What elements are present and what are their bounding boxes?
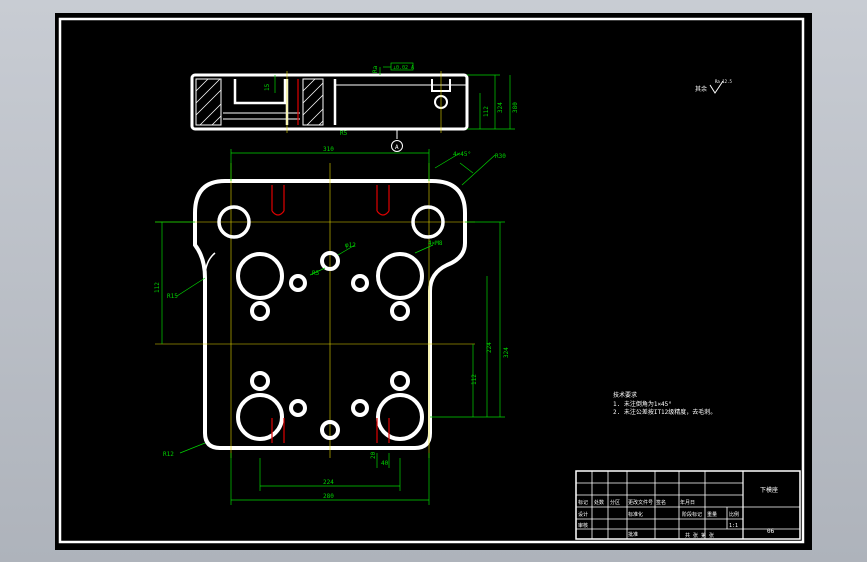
dim-side-small: 15: [264, 83, 271, 91]
side-view-outline: [190, 73, 469, 131]
dim-bottom-224: 224: [323, 479, 334, 486]
tb-qty: 处数: [594, 499, 604, 506]
dim-r12: R12: [163, 451, 174, 458]
notes-title: 技术要求: [613, 391, 637, 399]
side-view: 324 112 380 15 ⊥0.02 A Ra A R5: [190, 62, 519, 152]
dim-bottom-280: 280: [323, 493, 334, 500]
tb-marks: 标记: [578, 499, 588, 506]
guide-hole-bottom-right: [376, 393, 424, 441]
dim-top-width: 310: [323, 146, 334, 153]
section-hatch-left: [195, 78, 222, 126]
tb-sign: 签名: [656, 499, 666, 506]
tb-drawing-no: 06: [767, 528, 775, 535]
dim-r30: R30: [495, 153, 506, 160]
dim-right-224: 224: [486, 342, 493, 353]
roughness-note: 其余 Ra 12.5: [695, 79, 732, 94]
notes-line1: 1. 未注倒角为1×45°: [613, 400, 672, 408]
dim-chamfer: 4×45°: [453, 151, 471, 158]
dim-slot-20: 20: [370, 451, 377, 459]
dim-hole-note: 4×M8: [428, 240, 443, 247]
dim-small-side: R5: [340, 130, 348, 137]
dim-roughness-side: Ra: [372, 65, 379, 73]
tb-zone: 分区: [610, 499, 620, 506]
tb-scale: 1:1: [729, 523, 738, 529]
dim-bottom-small: 112: [483, 106, 490, 117]
tb-part-name: 下模座: [760, 486, 778, 494]
dim-small-r5: R5: [312, 270, 320, 277]
tb-review: 审核: [578, 522, 588, 529]
tb-stage: 阶段标记: [682, 511, 702, 518]
guide-hole-top-right: [376, 252, 424, 300]
section-hatch-mid: [302, 78, 324, 126]
drawing-viewport[interactable]: 324 112 380 15 ⊥0.02 A Ra A R5 310 112 3…: [55, 13, 812, 550]
guide-hole-bottom-left: [236, 393, 284, 441]
tb-standard: 标准化: [628, 511, 643, 518]
dim-right-324: 324: [503, 347, 510, 358]
tb-designer: 设计: [578, 511, 588, 518]
dim-overall-height-side: 380: [512, 102, 519, 113]
dim-left-height: 112: [154, 282, 161, 293]
side-pocket-left: [233, 79, 287, 105]
dim-right-112: 112: [471, 374, 478, 385]
tb-ratio: 比例: [729, 511, 739, 518]
dim-center-hole: φ12: [345, 242, 356, 249]
datum-label: A: [395, 144, 399, 151]
roughness-label: 其余: [695, 85, 707, 93]
guide-hole-top-left: [236, 252, 284, 300]
cad-drawing: 324 112 380 15 ⊥0.02 A Ra A R5 310 112 3…: [58, 17, 805, 544]
dim-slot-40: 40: [381, 460, 389, 467]
title-block: 标记 处数 分区 更改文件号 签名 年月日 设计 标准化 审核 批准 阶段标记 …: [575, 470, 801, 540]
tb-sheets: 共 张 第 张: [685, 532, 714, 539]
dim-r15: R15: [167, 293, 178, 300]
tb-change-doc: 更改文件号: [628, 499, 653, 506]
tolerance-label: ⊥0.02 A: [393, 65, 414, 71]
technical-notes: 技术要求 1. 未注倒角为1×45° 2. 未注公差按IT12级精度，去毛刺。: [613, 391, 716, 416]
tb-approver: 批准: [628, 531, 638, 538]
notes-line2: 2. 未注公差按IT12级精度，去毛刺。: [613, 408, 716, 416]
dim-right-height: 324: [497, 102, 504, 113]
plan-view: 310 112 324 224 112 224 280 20 40 R15 R1…: [154, 146, 510, 505]
tb-date: 年月日: [680, 499, 695, 506]
cad-application: 324 112 380 15 ⊥0.02 A Ra A R5 310 112 3…: [0, 0, 867, 562]
roughness-symbol: Ra 12.5: [715, 79, 732, 84]
hidden-slots: [271, 185, 390, 443]
tb-weight: 重量: [707, 511, 717, 518]
